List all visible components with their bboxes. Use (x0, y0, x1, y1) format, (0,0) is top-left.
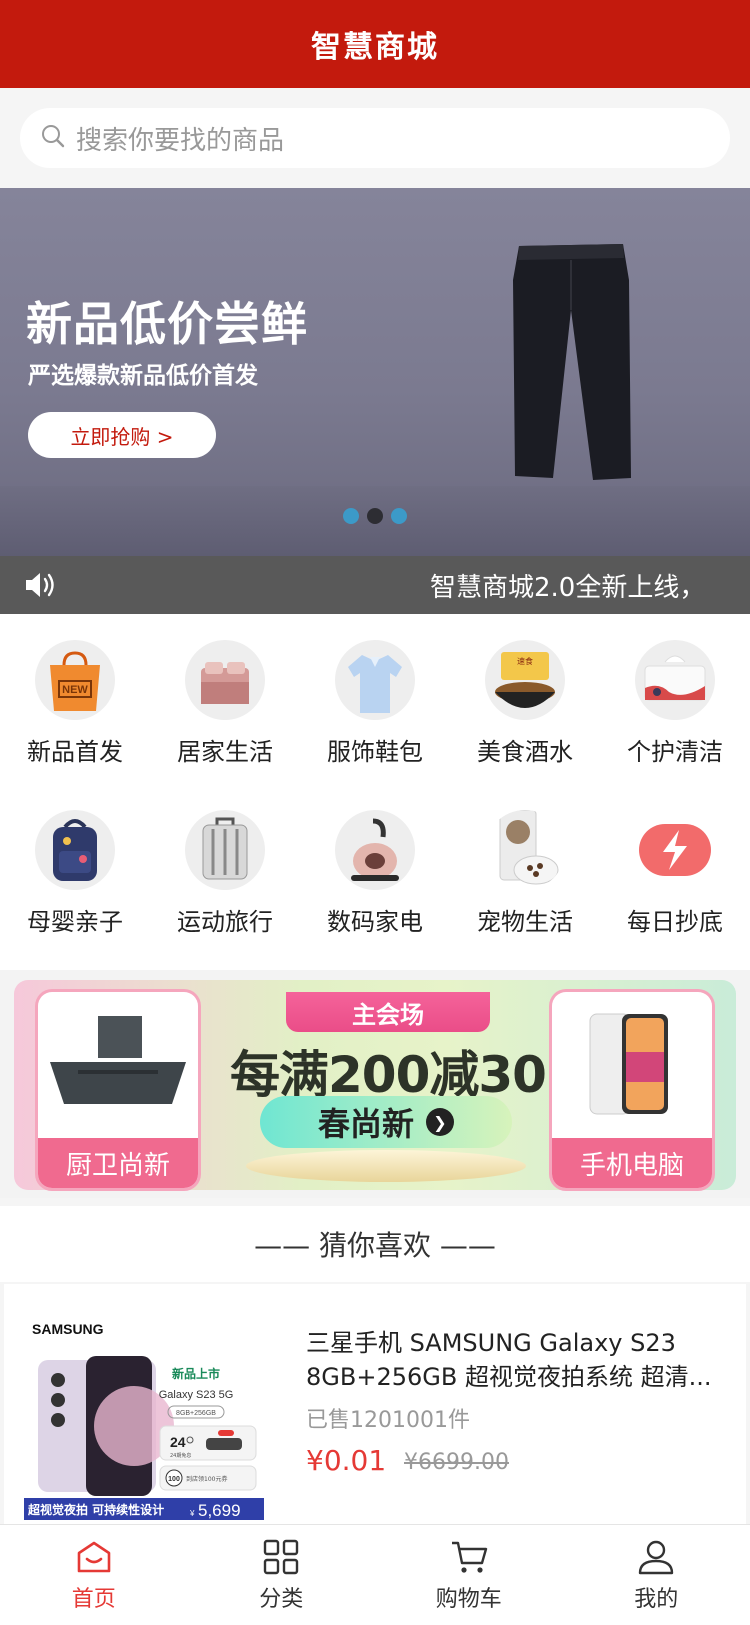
category-item-food[interactable]: 速食 美食酒水 (450, 614, 600, 784)
shirt-icon (335, 640, 415, 720)
promo-card-kitchen[interactable]: 厨卫尚新 (38, 992, 198, 1188)
bottom-tab-bar: 首页 分类 购物车 我的 (0, 1524, 750, 1625)
image-footer-currency: ¥ (189, 1509, 195, 1518)
vacuum-icon (335, 810, 415, 890)
trade-in-note: 到店领100元券 (186, 1475, 227, 1483)
category-item-digital[interactable]: 数码家电 (300, 784, 450, 954)
hero-banner[interactable]: 新品低价尝鲜 严选爆款新品低价首发 立即抢购 > (0, 188, 750, 556)
category-label: 运动旅行 (177, 908, 273, 936)
app-header: 智慧商城 (0, 0, 750, 88)
tab-cart[interactable]: 购物车 (375, 1525, 563, 1625)
tissue-icon (635, 640, 715, 720)
tab-category[interactable]: 分类 (188, 1525, 376, 1625)
promo-pedestal (246, 1150, 526, 1182)
range-hood-image (50, 1016, 186, 1104)
lightning-icon (635, 810, 715, 890)
product-image[interactable]: SAMSUNG 新品上市 Galaxy S23 5G 8GB+256GB 24 … (24, 1304, 264, 1520)
promo-sub-button[interactable]: 春尚新 ❯ (260, 1096, 512, 1148)
section-title: —— 猜你喜欢 —— (254, 1229, 496, 1262)
category-label: 美食酒水 (477, 738, 573, 766)
category-item-deals[interactable]: 每日抄底 (600, 784, 750, 954)
user-icon (639, 1540, 674, 1575)
cart-icon (451, 1541, 487, 1573)
phone-product-image: SAMSUNG 新品上市 Galaxy S23 5G 8GB+256GB 24 … (24, 1321, 264, 1520)
brand-text: SAMSUNG (32, 1321, 104, 1337)
page-title: 智慧商城 (311, 30, 439, 65)
promo-card-label: 手机电脑 (552, 1138, 712, 1188)
search-area: 搜索你要找的商品 (0, 88, 750, 188)
product-card[interactable]: SAMSUNG 新品上市 Galaxy S23 5G 8GB+256GB 24 … (4, 1284, 746, 1524)
grid-icon (264, 1539, 299, 1575)
promo-card-phone[interactable]: 手机电脑 (552, 992, 712, 1188)
pagination-dot[interactable] (343, 508, 359, 524)
home-icon (77, 1541, 111, 1573)
tab-label: 购物车 (435, 1587, 502, 1612)
section-header-guess: —— 猜你喜欢 —— (0, 1206, 750, 1282)
category-grid: NEW 新品首发 居家生活 服饰鞋包 速食 美食酒水 个护清洁 母婴亲子 运动旅… (0, 614, 750, 970)
new-bag-icon: NEW (35, 640, 115, 720)
category-label: 母婴亲子 (27, 908, 123, 936)
promo-section: 厨卫尚新 主会场 每满200减30 春尚新 ❯ 手机电脑 (0, 970, 750, 1198)
speaker-icon (24, 571, 58, 603)
product-price: ¥0.01 (306, 1444, 387, 1477)
category-label: 宠物生活 (477, 908, 573, 936)
pagination-dot-active[interactable] (367, 508, 383, 524)
search-placeholder: 搜索你要找的商品 (76, 125, 285, 156)
category-item-travel[interactable]: 运动旅行 (150, 784, 300, 954)
tab-home[interactable]: 首页 (0, 1525, 188, 1625)
category-item-baby[interactable]: 母婴亲子 (0, 784, 150, 954)
interest-free-number: 24 (170, 1434, 186, 1450)
noodle-bowl-icon: 速食 (485, 640, 565, 720)
pet-food-icon (485, 810, 565, 890)
category-item-care[interactable]: 个护清洁 (600, 614, 750, 784)
search-input[interactable]: 搜索你要找的商品 (20, 108, 730, 168)
notice-text: 智慧商城2.0全新上线， (430, 572, 706, 603)
tab-label: 分类 (259, 1587, 304, 1612)
category-label: 个护清洁 (627, 738, 723, 766)
phone-image (589, 1013, 668, 1115)
pants-image (513, 244, 631, 480)
product-original-price: ¥6699.00 (404, 1450, 509, 1475)
arrow-right-icon: ❯ (426, 1108, 454, 1136)
spec-text: 8GB+256GB (176, 1410, 216, 1417)
image-footer-price: 5,699 (198, 1501, 241, 1520)
banner-headline: 新品低价尝鲜 (26, 297, 308, 351)
category-item-apparel[interactable]: 服饰鞋包 (300, 614, 450, 784)
product-sold-count: 已售1201001件 (306, 1408, 470, 1433)
svg-text:速食: 速食 (517, 656, 533, 666)
svg-text:NEW: NEW (62, 684, 88, 696)
tab-profile[interactable]: 我的 (563, 1525, 750, 1625)
tab-label: 首页 (71, 1587, 116, 1612)
promo-card-label: 厨卫尚新 (38, 1138, 198, 1188)
promo-banner[interactable]: 厨卫尚新 主会场 每满200减30 春尚新 ❯ 手机电脑 (14, 980, 736, 1190)
tab-label: 我的 (634, 1587, 679, 1612)
category-label: 服饰鞋包 (327, 738, 423, 766)
category-item-home[interactable]: 居家生活 (150, 614, 300, 784)
model-text: Galaxy S23 5G (159, 1389, 234, 1401)
banner-subline: 严选爆款新品低价首发 (28, 363, 258, 389)
category-item-pet[interactable]: 宠物生活 (450, 784, 600, 954)
pagination-dot[interactable] (391, 508, 407, 524)
banner-buy-button[interactable]: 立即抢购 > (28, 412, 216, 458)
banner-pagination (343, 508, 407, 524)
bed-icon (185, 640, 265, 720)
interest-free-note: 24期免息 (170, 1452, 191, 1459)
image-footer-text: 超视觉夜拍 可持续性设计 (27, 1502, 164, 1517)
trade-in-amount: 100 (168, 1476, 180, 1483)
backpack-icon (35, 810, 115, 890)
search-icon (40, 123, 66, 153)
new-arrival-badge: 新品上市 (172, 1366, 220, 1381)
notice-bar[interactable]: 智慧商城2.0全新上线， (0, 556, 750, 614)
luggage-icon (185, 810, 265, 890)
promo-tag: 主会场 (286, 992, 490, 1032)
category-label: 每日抄底 (627, 908, 723, 936)
category-item-new[interactable]: NEW 新品首发 (0, 614, 150, 784)
product-name[interactable]: 三星手机 SAMSUNG Galaxy S23 8GB+256GB 超视觉夜拍系… (306, 1326, 726, 1394)
category-label: 新品首发 (27, 738, 123, 766)
promo-sub-label: 春尚新 (317, 1105, 414, 1143)
category-label: 数码家电 (327, 908, 423, 936)
category-label: 居家生活 (177, 738, 273, 766)
